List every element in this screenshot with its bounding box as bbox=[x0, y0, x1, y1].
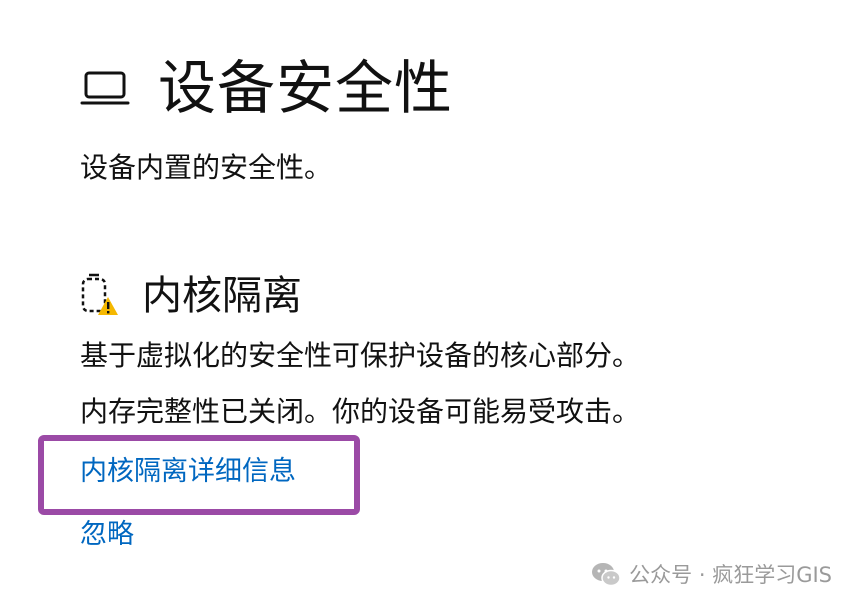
watermark: 公众号 · 疯狂学习GIS bbox=[591, 561, 832, 589]
wechat-icon bbox=[591, 562, 621, 588]
core-isolation-header: 内核隔离 bbox=[80, 268, 302, 324]
core-isolation-description: 基于虚拟化的安全性可保护设备的核心部分。 bbox=[80, 339, 641, 372]
core-isolation-details-link[interactable]: 内核隔离详细信息 bbox=[80, 453, 296, 491]
ignore-link[interactable]: 忽略 bbox=[80, 516, 134, 554]
watermark-text: 公众号 · 疯狂学习GIS bbox=[629, 563, 832, 587]
page-header: 设备安全性 bbox=[80, 52, 453, 124]
core-isolation-title: 内核隔离 bbox=[142, 273, 302, 319]
laptop-icon bbox=[80, 70, 130, 106]
memory-integrity-status: 内存完整性已关闭。你的设备可能易受攻击。 bbox=[80, 395, 641, 428]
core-isolation-warning-icon bbox=[80, 273, 120, 319]
device-security-page: 设备安全性 设备内置的安全性。 内核隔离 基于虚拟化的安全性可保护设备的核心部分… bbox=[0, 0, 858, 607]
page-description: 设备内置的安全性。 bbox=[80, 151, 333, 184]
page-title: 设备安全性 bbox=[158, 54, 454, 122]
